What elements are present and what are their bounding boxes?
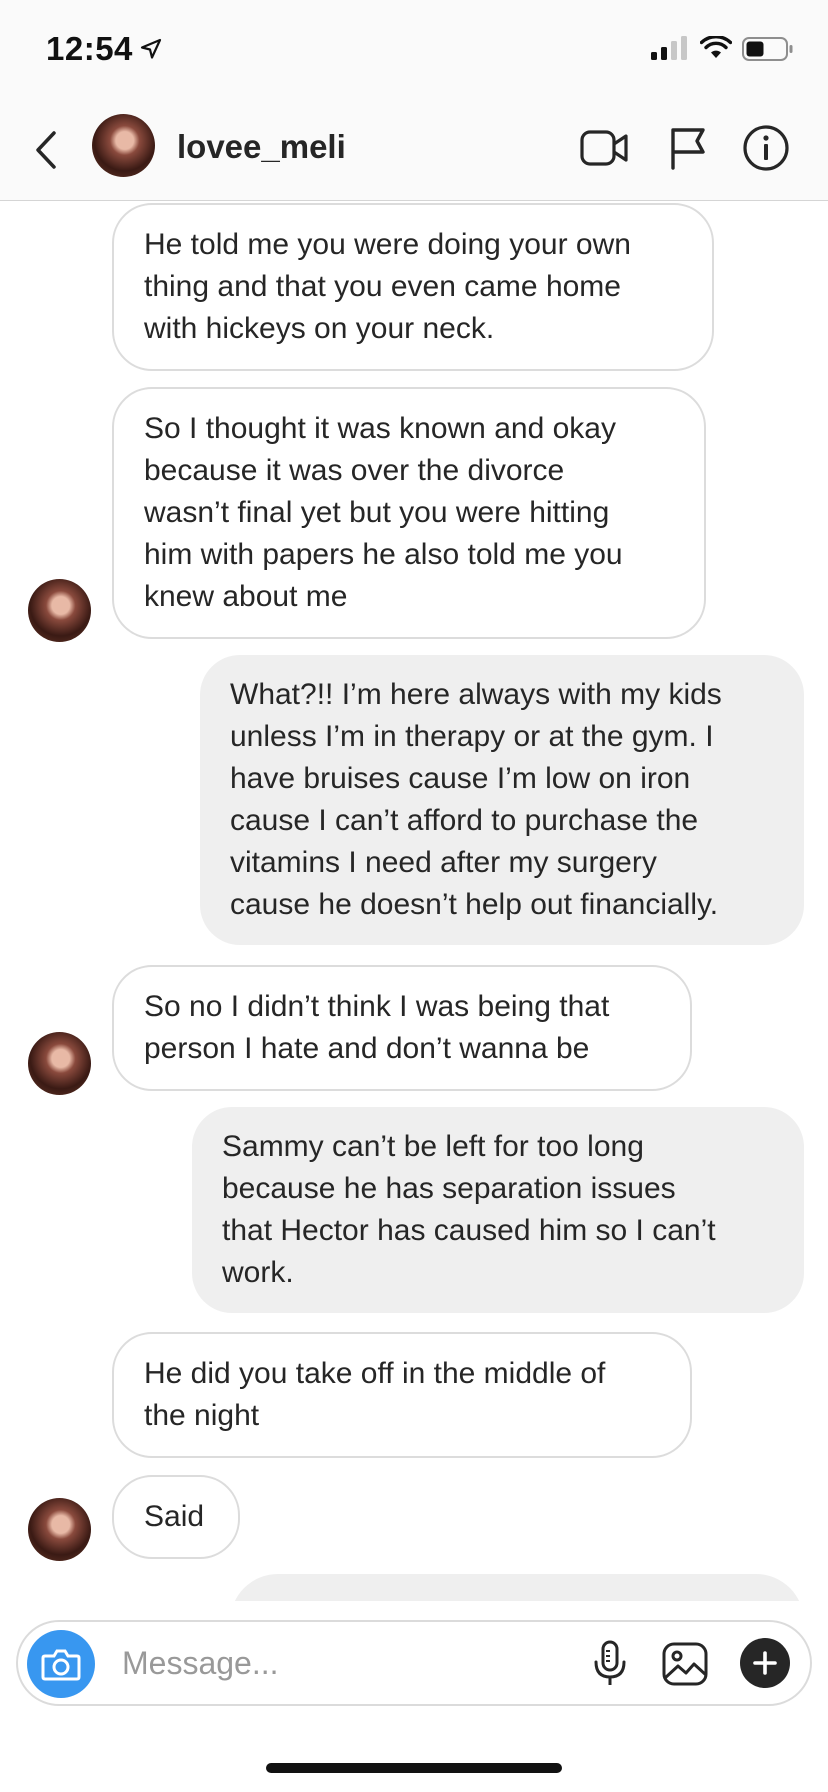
report-button[interactable]: [662, 122, 714, 174]
message-bubble-outgoing[interactable]: Sammy can’t be left for too long because…: [192, 1107, 804, 1313]
message-text: Said: [144, 1500, 205, 1533]
message-text: He told me you were doing your own thing…: [144, 228, 631, 345]
location-arrow-icon: [140, 38, 162, 59]
details-button[interactable]: [740, 122, 792, 174]
battery-icon: [742, 37, 793, 61]
plus-icon: [753, 1651, 777, 1675]
sender-avatar[interactable]: [28, 1032, 91, 1095]
message-bubble-incoming[interactable]: He told me you were doing your own thing…: [112, 203, 714, 371]
back-button[interactable]: [26, 124, 66, 176]
message-thread[interactable]: He told me you were doing your own thing…: [0, 201, 828, 1601]
signal-icon: [651, 36, 687, 60]
gallery-icon: [662, 1642, 708, 1686]
message-composer: [16, 1620, 812, 1706]
status-time-text: 12:54: [46, 30, 133, 67]
microphone-icon: [594, 1640, 626, 1685]
message-text: So I thought it was known and okay becau…: [144, 412, 623, 613]
flag-icon: [671, 128, 705, 170]
message-bubble-incoming[interactable]: Said: [112, 1475, 240, 1559]
sender-avatar[interactable]: [28, 579, 91, 642]
message-text: What?!! I’m here always with my kids unl…: [230, 678, 722, 921]
back-chevron-icon: [36, 131, 56, 169]
home-indicator[interactable]: [266, 1763, 562, 1773]
message-text: He did you take off in the middle of the…: [144, 1357, 606, 1432]
message-input[interactable]: [122, 1640, 502, 1686]
info-icon: [743, 125, 789, 171]
camera-icon: [41, 1649, 81, 1681]
wifi-icon: [700, 36, 732, 58]
voice-message-button[interactable]: [585, 1638, 635, 1690]
message-bubble-incoming[interactable]: So no I didn’t think I was being that pe…: [112, 965, 692, 1091]
message-bubble-outgoing-partial[interactable]: [230, 1574, 804, 1601]
status-time: 12:54: [46, 30, 163, 68]
video-call-icon: [580, 130, 628, 166]
camera-button[interactable]: [27, 1630, 95, 1698]
more-options-button[interactable]: [740, 1638, 790, 1688]
video-call-button[interactable]: [578, 122, 630, 174]
contact-username[interactable]: lovee_meli: [177, 128, 346, 166]
message-bubble-incoming[interactable]: So I thought it was known and okay becau…: [112, 387, 706, 639]
message-text: So no I didn’t think I was being that pe…: [144, 990, 610, 1065]
status-bar: 12:54: [0, 0, 828, 100]
chat-header: lovee_meli: [0, 100, 828, 201]
message-bubble-incoming[interactable]: He did you take off in the middle of the…: [112, 1332, 692, 1458]
sender-avatar[interactable]: [28, 1498, 91, 1561]
gallery-button[interactable]: [658, 1638, 712, 1690]
message-text: Sammy can’t be left for too long because…: [222, 1130, 716, 1289]
message-bubble-outgoing[interactable]: What?!! I’m here always with my kids unl…: [200, 655, 804, 945]
contact-avatar[interactable]: [92, 114, 155, 177]
